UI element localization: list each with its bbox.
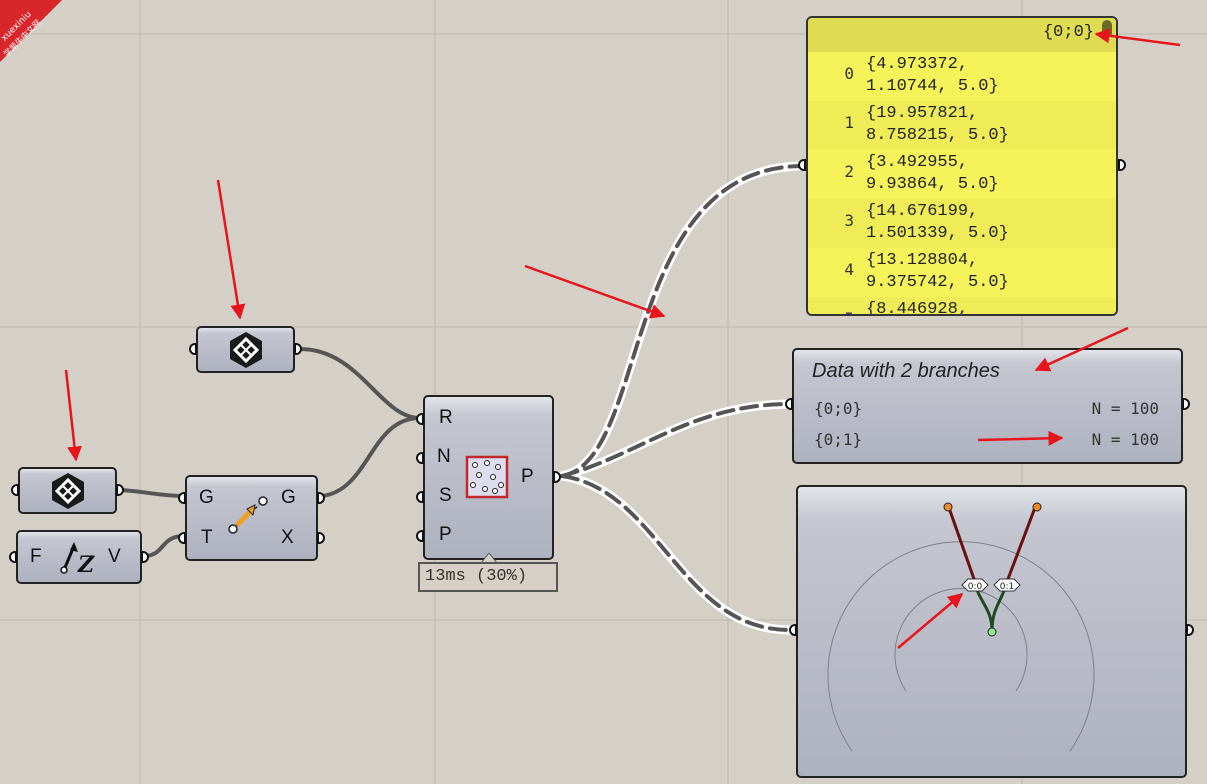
annotation-arrow bbox=[1034, 326, 1129, 372]
annotation-arrow bbox=[524, 264, 666, 319]
annotation-arrow bbox=[977, 430, 1064, 446]
annotation-arrow bbox=[897, 593, 964, 649]
annotation-arrow bbox=[216, 179, 246, 320]
annotation-arrows bbox=[64, 28, 1181, 649]
annotation-arrow bbox=[64, 369, 82, 462]
annotation-arrow bbox=[1094, 28, 1181, 47]
